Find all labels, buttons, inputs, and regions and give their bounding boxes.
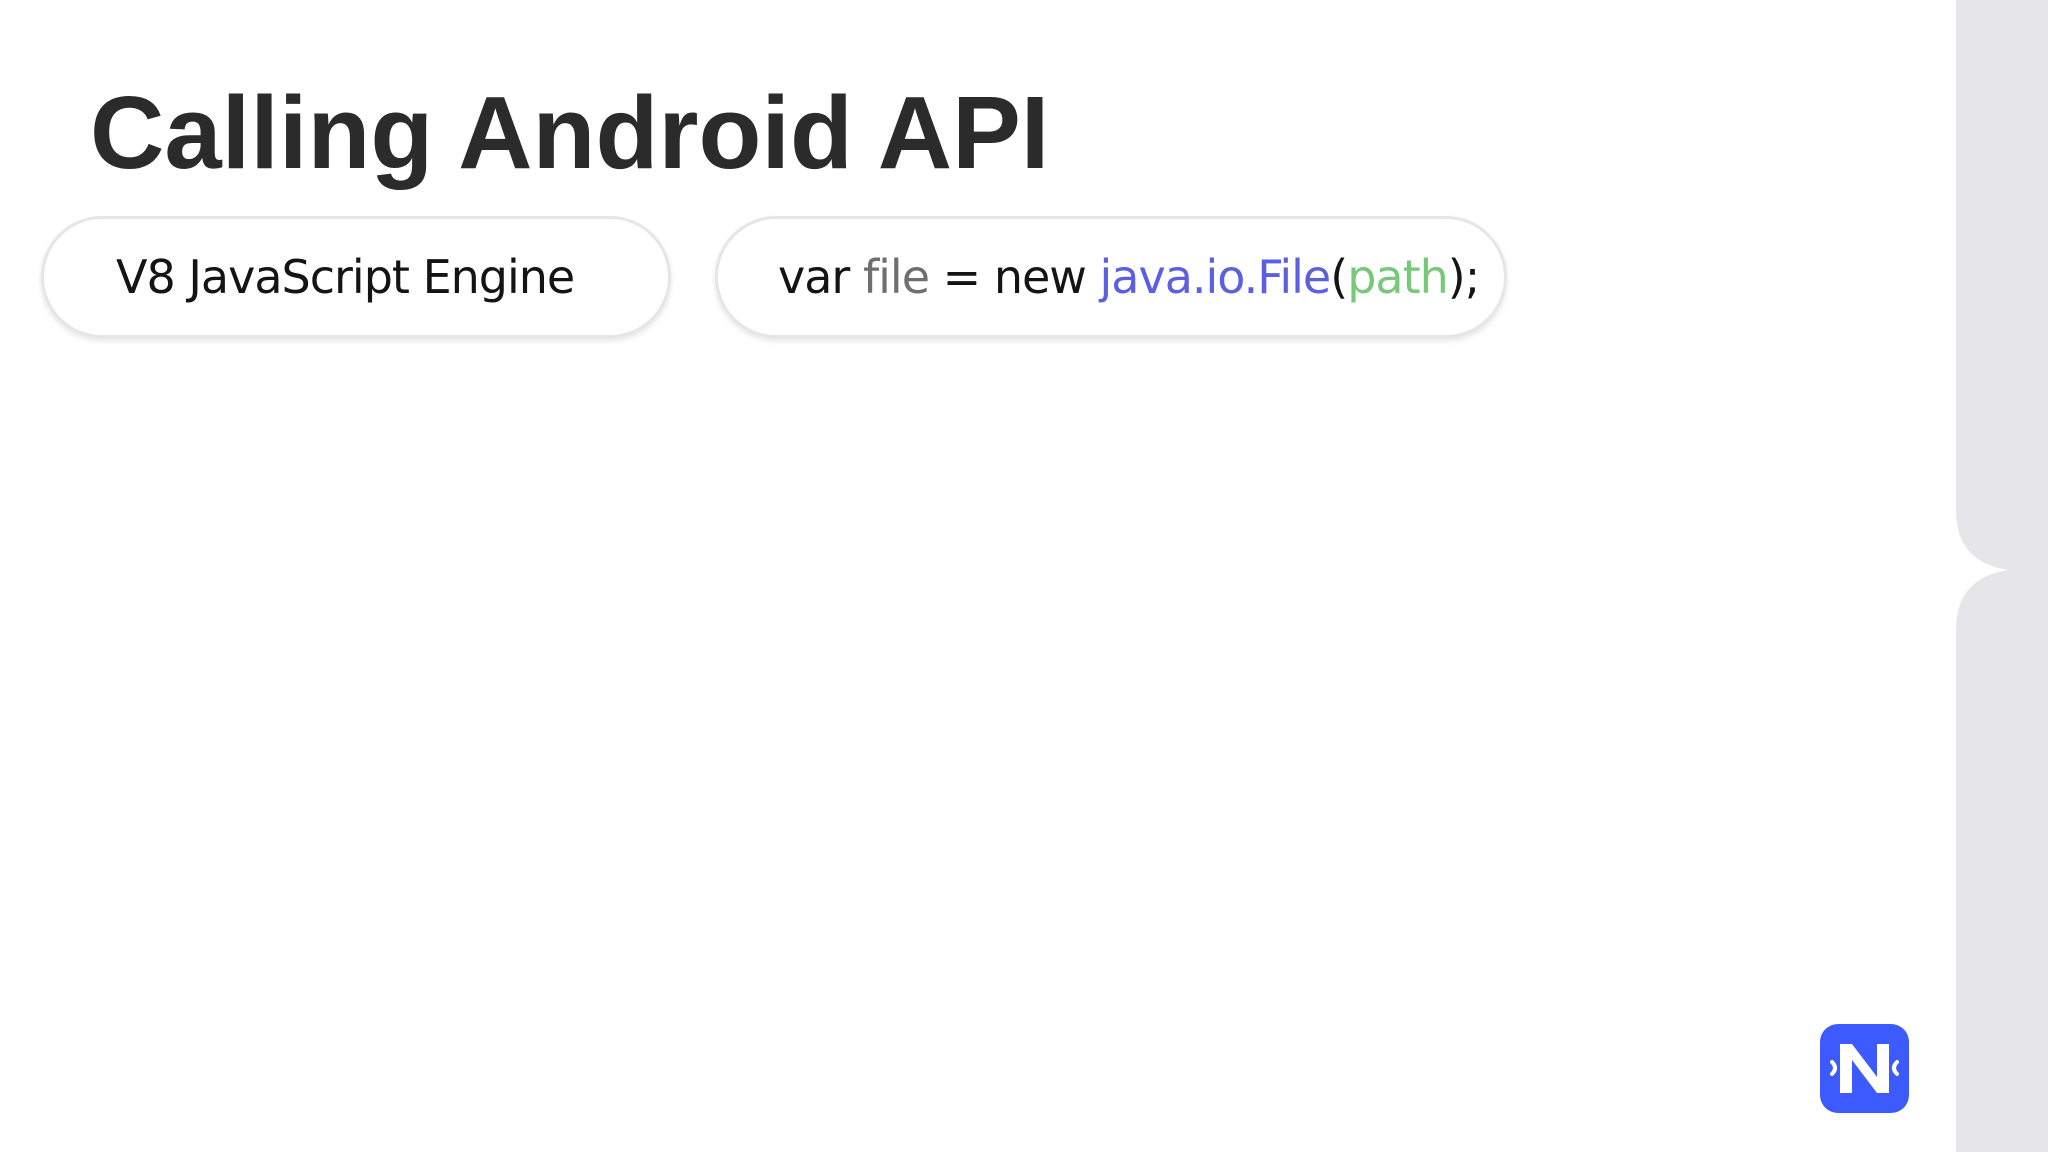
code-snippet-pill: var file = new java.io.File(path); (715, 216, 1507, 338)
code-assign: = (929, 250, 994, 304)
side-panel-shape (1956, 0, 2048, 1152)
nativescript-logo-shape (1820, 1024, 1909, 1113)
slide-title: Calling Android API (90, 75, 1050, 190)
nativescript-logo-icon (1818, 1022, 1911, 1115)
code-keyword-new: new (993, 250, 1100, 304)
v8-engine-label: V8 JavaScript Engine (116, 250, 575, 304)
code-namespace: java.io.File (1099, 250, 1332, 304)
code-identifier: file (862, 250, 930, 304)
code-close-paren: ); (1447, 250, 1480, 304)
slide: Calling Android API V8 JavaScript Engine… (0, 0, 2048, 1152)
code-keyword-var: var (778, 250, 863, 304)
v8-engine-pill: V8 JavaScript Engine (41, 216, 671, 338)
code-argument: path (1347, 250, 1449, 304)
side-panel-decoration (1956, 0, 2048, 1152)
code-open-paren: ( (1330, 250, 1348, 304)
